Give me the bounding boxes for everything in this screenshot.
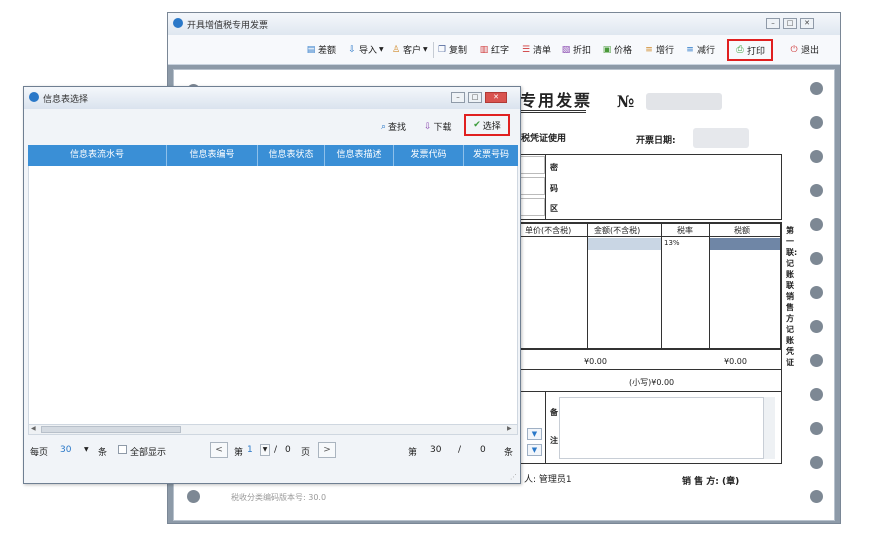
printer-icon: ⎙	[736, 45, 744, 55]
column-header[interactable]: 信息表编号	[167, 145, 258, 166]
delete-row-button[interactable]: ≡ 减行	[685, 43, 715, 57]
customer-button[interactable]: ♙ 客户 ▼	[391, 43, 428, 57]
per-page-dropdown-icon[interactable]: ▼	[84, 446, 89, 453]
close-button[interactable]: ✕	[800, 18, 814, 29]
copy-side-text: 第一联:记账联 销售方记账凭证	[786, 226, 798, 367]
main-title-bar: 开具增值税专用发票 – □ ✕	[168, 13, 840, 35]
price-button[interactable]: ▣ 价格	[602, 43, 632, 57]
import-dropdown-icon[interactable]: ▼	[379, 46, 384, 53]
main-window-title: 开具增值税专用发票	[187, 21, 269, 31]
scroll-thumb[interactable]	[41, 426, 181, 433]
show-all-label: 全部显示	[130, 448, 167, 458]
select-button[interactable]: ✔ 选择	[464, 114, 510, 136]
exit-button[interactable]: ⏻ 退出	[789, 43, 819, 57]
resize-grip-icon[interactable]: ⋰	[510, 473, 517, 481]
import-button[interactable]: ⇩ 导入 ▼	[347, 43, 384, 57]
add-row-icon: ≡	[645, 44, 653, 55]
horizontal-scrollbar[interactable]: ◀ ▶	[28, 424, 518, 435]
version-label: 税收分类编码版本号: 30.0	[231, 493, 327, 502]
col-tax: 税额	[734, 226, 750, 235]
red-invoice-icon: ▥	[479, 44, 489, 55]
download-button[interactable]: ⇩ 下载	[424, 120, 452, 134]
dialog-title-bar: 信息表选择 – □ ✕	[24, 87, 520, 109]
password-area	[519, 154, 782, 220]
range-total: 0	[480, 445, 486, 455]
invoice-title: 专用发票	[520, 91, 593, 110]
discount-button[interactable]: ▧ 折扣	[561, 43, 591, 57]
close-button[interactable]: ✕	[485, 92, 507, 103]
current-page[interactable]: 1	[247, 445, 253, 455]
app-logo-icon	[173, 18, 183, 28]
tax-cell[interactable]	[710, 238, 780, 250]
pager-bar: 每页 30 ▼ 条 全部显示 < 第 1 ▼ / 0 页 > 第 30 / 0 …	[28, 439, 518, 463]
customer-dropdown-icon[interactable]: ▼	[423, 46, 428, 53]
info-table-dialog: 信息表选择 – □ ✕ ⌕ 查找 ⇩ 下载 ✔ 选择 信息表流水号 信息表编号 …	[23, 86, 521, 484]
column-header[interactable]: 发票代码	[394, 145, 464, 166]
list-icon: ☰	[521, 44, 531, 55]
col-unit-price: 单价(不含税)	[525, 226, 572, 235]
grid-body[interactable]	[28, 166, 518, 424]
next-page-button[interactable]: >	[318, 442, 336, 458]
diff-button[interactable]: ▤ 差额	[306, 43, 336, 57]
add-row-button[interactable]: ≡ 增行	[644, 43, 674, 57]
red-invoice-button[interactable]: ▥ 红字	[479, 43, 509, 57]
discount-icon: ▧	[561, 44, 571, 55]
range-start: 30	[430, 445, 442, 455]
customer-icon: ♙	[391, 44, 401, 55]
column-header[interactable]: 信息表流水号	[28, 145, 167, 166]
maximize-button[interactable]: □	[783, 18, 797, 29]
total-pages: 0	[285, 445, 291, 455]
column-header[interactable]: 信息表状态	[258, 145, 325, 166]
search-button[interactable]: ⌕ 查找	[381, 120, 406, 134]
list-button[interactable]: ☰ 清单	[521, 43, 551, 57]
column-header[interactable]: 发票号码	[464, 145, 518, 166]
import-icon: ⇩	[348, 44, 356, 55]
maximize-button[interactable]: □	[468, 92, 482, 103]
search-icon: ⌕	[381, 121, 387, 132]
tax-usage-text: 税凭证使用	[521, 134, 567, 144]
copy-icon: ❐	[437, 44, 447, 55]
scroll-left-icon[interactable]: ◀	[31, 425, 36, 432]
per-page-select[interactable]: 30	[60, 445, 71, 455]
copy-button[interactable]: ❐ 复制	[437, 43, 467, 57]
seller-seal-label: 销 售 方: (章)	[682, 477, 740, 487]
dialog-title: 信息表选择	[43, 95, 89, 105]
print-button[interactable]: ⎙ 打印	[727, 39, 774, 61]
power-icon: ⏻	[790, 44, 798, 55]
minimize-button[interactable]: –	[766, 18, 780, 29]
invoice-no-label: №	[617, 92, 635, 111]
minimize-button[interactable]: –	[451, 92, 465, 103]
show-all-checkbox[interactable]	[118, 445, 127, 454]
download-icon: ⇩	[424, 121, 432, 132]
check-circle-icon: ✔	[473, 120, 481, 130]
column-header[interactable]: 信息表描述	[325, 145, 394, 166]
grid-header: 信息表流水号 信息表编号 信息表状态 信息表描述 发票代码 发票号码	[28, 145, 518, 166]
tax-rate-cell[interactable]: 13%	[664, 239, 680, 247]
main-toolbar: ▤ 差额 ⇩ 导入 ▼ ♙ 客户 ▼ ❐ 复制 ▥ 红字 ☰ 清单 ▧ 折扣 ▣…	[168, 35, 840, 65]
prev-page-button[interactable]: <	[210, 442, 228, 458]
scroll-right-icon[interactable]: ▶	[507, 425, 512, 432]
issue-date-label: 开票日期:	[636, 136, 676, 146]
drawer-label: 人: 管理员1	[524, 475, 572, 485]
amount-cell[interactable]	[588, 238, 661, 250]
page-dropdown-icon[interactable]: ▼	[260, 444, 270, 456]
dropdown-arrow-icon[interactable]: ▼	[527, 444, 542, 456]
app-logo-icon	[29, 92, 39, 102]
remarks-scrollbar[interactable]	[763, 397, 775, 459]
col-amount: 金额(不含税)	[594, 226, 641, 235]
dropdown-arrow-icon[interactable]: ▼	[527, 428, 542, 440]
diff-icon: ▤	[306, 44, 316, 55]
col-tax-rate: 税率	[677, 226, 693, 235]
remarks-input[interactable]	[559, 397, 775, 459]
price-icon: ▣	[602, 44, 612, 55]
total-small-caps: (小写)¥0.00	[629, 378, 675, 387]
issue-date-blurred	[693, 128, 749, 148]
delete-row-icon: ≡	[686, 44, 694, 55]
invoice-no-blurred	[646, 93, 722, 110]
